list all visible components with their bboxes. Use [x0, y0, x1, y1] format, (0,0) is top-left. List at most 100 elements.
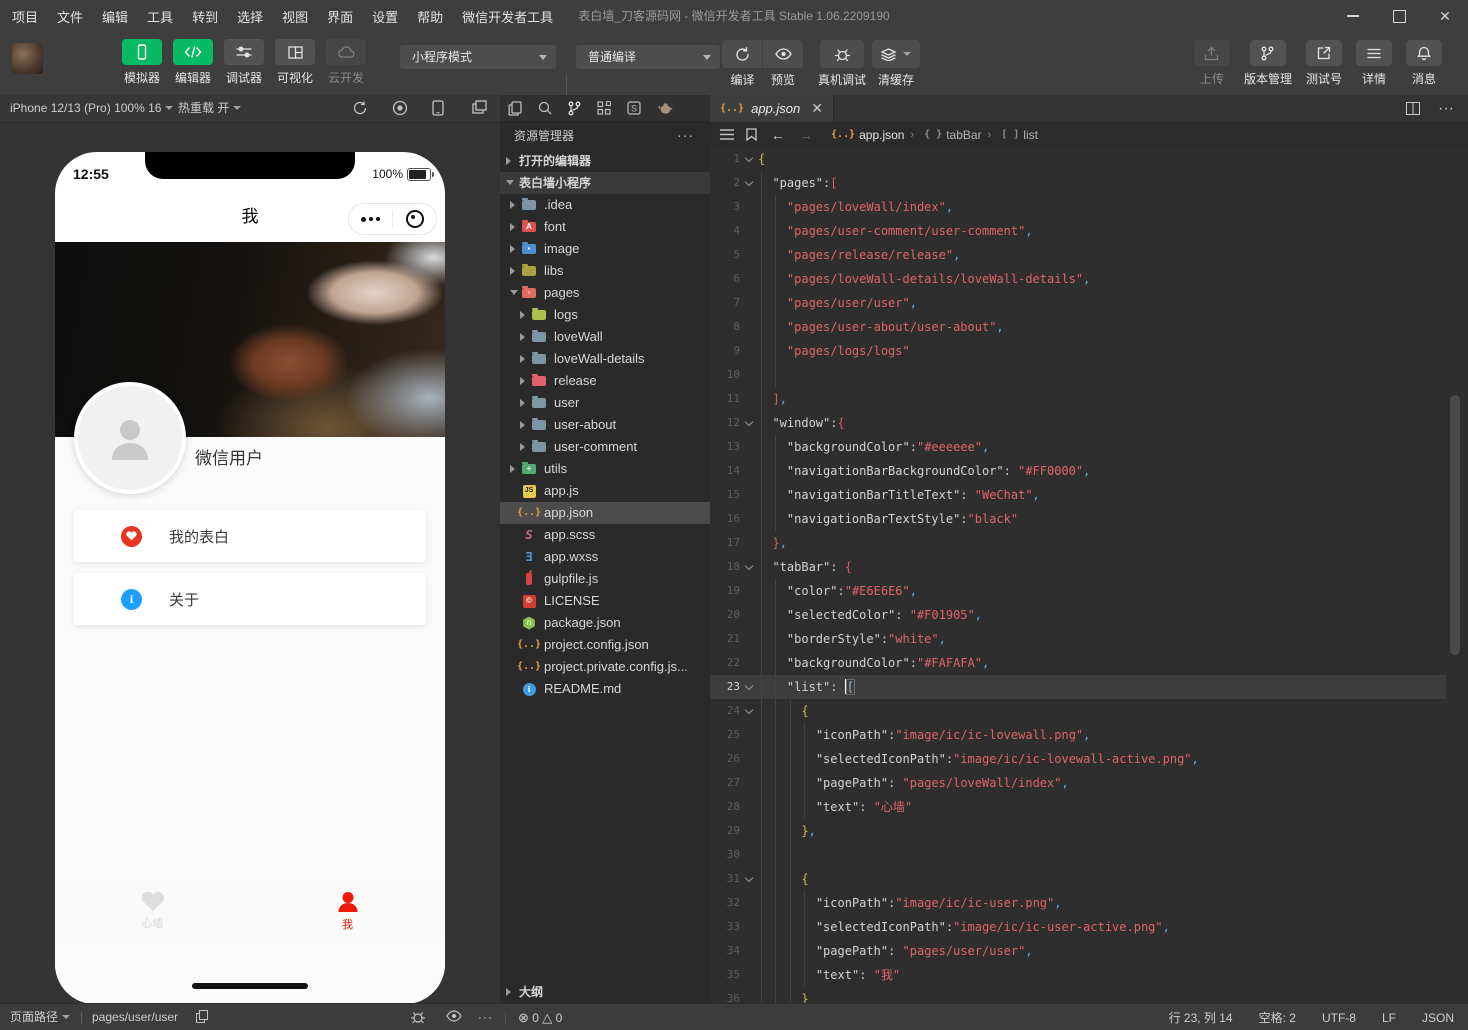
language-mode[interactable]: JSON — [1422, 1011, 1454, 1025]
code-line-17[interactable]: 17}, — [710, 531, 1446, 555]
code-line-34[interactable]: 34"pagePath": "pages/user/user", — [710, 939, 1446, 963]
breadcrumb-list[interactable]: list — [1023, 128, 1038, 142]
outline-section[interactable]: 大纲 — [500, 981, 710, 1003]
menu-item-8[interactable]: 界面 — [327, 7, 353, 26]
code-line-6[interactable]: 6"pages/loveWall-details/loveWall-detail… — [710, 267, 1446, 291]
code-line-23[interactable]: 23"list": [ — [710, 675, 1446, 699]
code-line-31[interactable]: 31{ — [710, 867, 1446, 891]
code-line-25[interactable]: 25"iconPath":"image/ic/ic-lovewall.png", — [710, 723, 1446, 747]
mode-button-layout[interactable]: 可视化 — [273, 39, 317, 86]
editor-more-icon[interactable]: ··· — [1438, 100, 1454, 118]
mock-teapot-icon[interactable] — [657, 102, 673, 114]
hot-reload-toggle[interactable]: 热重载 开 — [178, 95, 241, 122]
code-line-2[interactable]: 2"pages":[ — [710, 171, 1446, 195]
device-select[interactable]: iPhone 12/13 (Pro) 100% 16 — [10, 95, 173, 122]
code-line-19[interactable]: 19"color":"#E6E6E6", — [710, 579, 1446, 603]
mode-button-cloud[interactable]: 云开发 — [324, 39, 368, 86]
tab-app-json[interactable]: {..} app.json ✕ — [710, 95, 834, 122]
tree-item-LICENSE[interactable]: ©LICENSE — [500, 590, 710, 612]
code-line-29[interactable]: 29}, — [710, 819, 1446, 843]
outline-list-icon[interactable] — [720, 129, 734, 140]
fold-chevron-icon[interactable] — [746, 683, 753, 690]
statusbar-more-icon[interactable]: ··· — [478, 1004, 493, 1030]
preview-button[interactable]: 预览 — [763, 40, 803, 88]
code-line-22[interactable]: 22"backgroundColor":"#FAFAFA", — [710, 651, 1446, 675]
forward-arrow-icon[interactable]: → — [799, 127, 813, 143]
code-line-13[interactable]: 13"backgroundColor":"#eeeeee", — [710, 435, 1446, 459]
files-icon[interactable] — [508, 101, 522, 116]
code-area[interactable]: 1{2"pages":[3"pages/loveWall/index",4"pa… — [710, 147, 1446, 1003]
page-path-select[interactable]: 页面路径 — [10, 1004, 70, 1030]
code-line-5[interactable]: 5"pages/release/release", — [710, 243, 1446, 267]
minimize-button[interactable] — [1330, 0, 1376, 32]
real-device-debug-button[interactable]: 真机调试 — [818, 40, 866, 88]
tab-close-icon[interactable]: ✕ — [811, 100, 823, 117]
tree-item-project.private.config.js...[interactable]: {..}project.private.config.js... — [500, 656, 710, 678]
about-item[interactable]: i 关于 — [74, 573, 426, 625]
code-line-32[interactable]: 32"iconPath":"image/ic/ic-user.png", — [710, 891, 1446, 915]
tree-item-image[interactable]: ▪image — [500, 238, 710, 260]
close-button[interactable]: ✕ — [1422, 0, 1468, 32]
tree-item-app.scss[interactable]: Sapp.scss — [500, 524, 710, 546]
code-line-33[interactable]: 33"selectedIconPath":"image/ic/ic-user-a… — [710, 915, 1446, 939]
tree-item-gulpfile.js[interactable]: gulpfile.js — [500, 568, 710, 590]
tree-item-app.wxss[interactable]: Ǝapp.wxss — [500, 546, 710, 568]
search-icon[interactable] — [538, 101, 552, 115]
code-line-7[interactable]: 7"pages/user/user", — [710, 291, 1446, 315]
breadcrumb-tabbar[interactable]: tabBar — [946, 128, 981, 142]
tree-item-project.config.json[interactable]: {..}project.config.json — [500, 634, 710, 656]
breadcrumb-file[interactable]: app.json — [859, 128, 904, 142]
menu-item-9[interactable]: 设置 — [372, 7, 398, 26]
tab-heart-wall[interactable]: 心墙 — [55, 880, 250, 942]
mode-button-phone[interactable]: 模拟器 — [120, 39, 164, 86]
tree-item-package.json[interactable]: npackage.json — [500, 612, 710, 634]
menu-item-4[interactable]: 工具 — [147, 7, 173, 26]
open-editors-section[interactable]: 打开的编辑器 — [500, 150, 710, 172]
scrollbar-thumb[interactable] — [1450, 395, 1460, 655]
fold-chevron-icon[interactable] — [746, 419, 753, 426]
menu-item-2[interactable]: 文件 — [57, 7, 83, 26]
menu-item-6[interactable]: 选择 — [237, 7, 263, 26]
tree-item-user-comment[interactable]: user-comment — [500, 436, 710, 458]
bookmark-icon[interactable] — [746, 128, 757, 141]
fold-chevron-icon[interactable] — [746, 155, 753, 162]
tree-item-font[interactable]: Afont — [500, 216, 710, 238]
tree-item-app.js[interactable]: JSapp.js — [500, 480, 710, 502]
menu-item-10[interactable]: 帮助 — [417, 7, 443, 26]
code-line-16[interactable]: 16"navigationBarTextStyle":"black" — [710, 507, 1446, 531]
code-line-28[interactable]: 28"text": "心墙" — [710, 795, 1446, 819]
menu-item-5[interactable]: 转到 — [192, 7, 218, 26]
code-line-35[interactable]: 35"text": "我" — [710, 963, 1446, 987]
code-line-24[interactable]: 24{ — [710, 699, 1446, 723]
code-line-21[interactable]: 21"borderStyle":"white", — [710, 627, 1446, 651]
back-arrow-icon[interactable]: ← — [771, 127, 785, 143]
code-line-30[interactable]: 30 — [710, 843, 1446, 867]
split-editor-icon[interactable] — [1406, 102, 1420, 115]
fold-chevron-icon[interactable] — [746, 707, 753, 714]
tree-item-user-about[interactable]: user-about — [500, 414, 710, 436]
code-line-1[interactable]: 1{ — [710, 147, 1446, 171]
restart-icon[interactable] — [352, 100, 368, 116]
details-button[interactable]: 详情 — [1356, 40, 1392, 87]
statusbar-bug-icon[interactable] — [410, 1009, 426, 1025]
mode-select[interactable]: 小程序模式 — [400, 45, 556, 69]
cursor-position[interactable]: 行 23, 列 14 — [1169, 1009, 1233, 1026]
tree-item-README.md[interactable]: iREADME.md — [500, 678, 710, 700]
current-page-path[interactable]: pages/user/user — [92, 1004, 178, 1030]
code-line-4[interactable]: 4"pages/user-comment/user-comment", — [710, 219, 1446, 243]
more-menu-icon[interactable] — [349, 217, 392, 222]
more-actions-icon[interactable]: ··· — [677, 122, 694, 148]
code-line-15[interactable]: 15"navigationBarTitleText": "WeChat", — [710, 483, 1446, 507]
clear-cache-button[interactable]: 清缓存 — [872, 40, 920, 88]
indentation-setting[interactable]: 空格: 2 — [1259, 1009, 1296, 1026]
fold-chevron-icon[interactable] — [746, 875, 753, 882]
multi-window-icon[interactable] — [472, 100, 487, 114]
tree-item-pages[interactable]: ▫pages — [500, 282, 710, 304]
code-line-14[interactable]: 14"navigationBarBackgroundColor": "#FF00… — [710, 459, 1446, 483]
fold-chevron-icon[interactable] — [746, 563, 753, 570]
code-line-11[interactable]: 11], — [710, 387, 1446, 411]
mode-button-debug[interactable]: 调试器 — [222, 39, 266, 86]
tree-item-loveWall-details[interactable]: loveWall-details — [500, 348, 710, 370]
code-line-3[interactable]: 3"pages/loveWall/index", — [710, 195, 1446, 219]
menu-item-7[interactable]: 视图 — [282, 7, 308, 26]
